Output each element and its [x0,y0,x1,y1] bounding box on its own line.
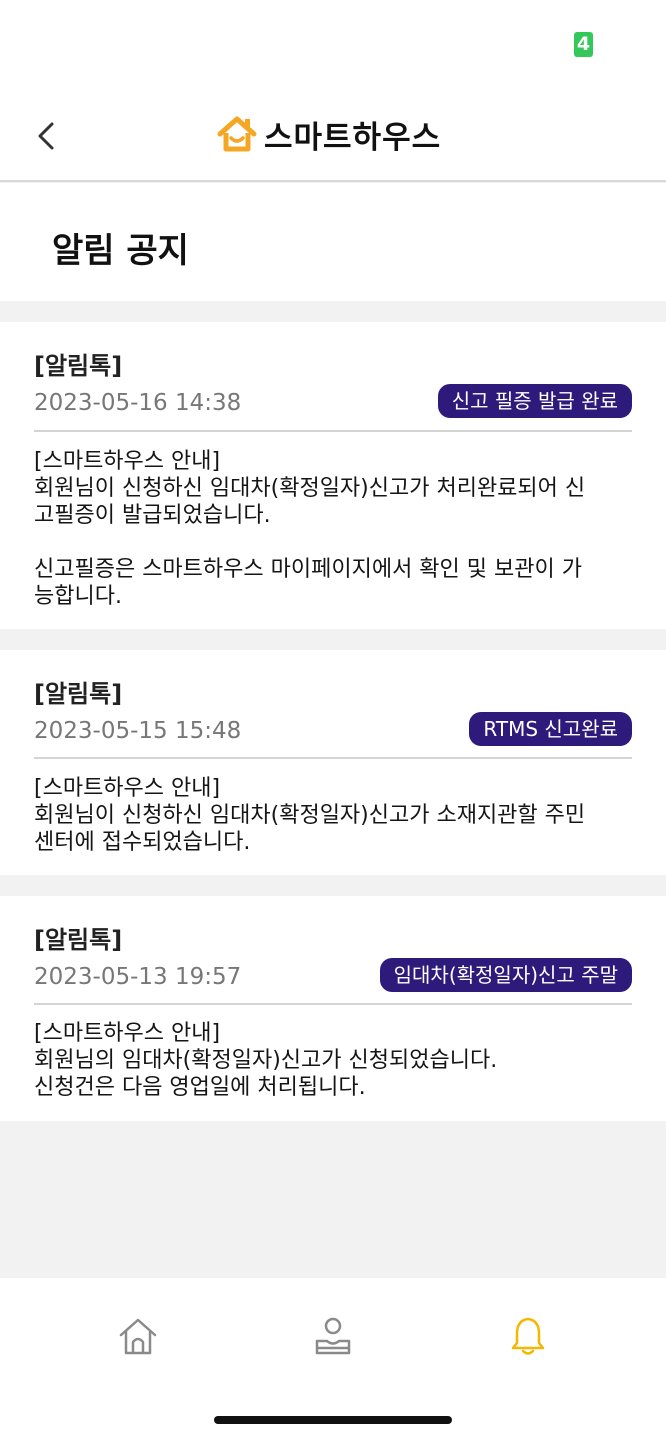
body-line: 신고필증은 스마트하우스 마이페이지에서 확인 및 보관이 가 [34,557,582,582]
nav-home[interactable] [108,1306,168,1366]
notification-body: [스마트하우스 안내] 회원님의 임대차(확정일자)신고가 신청되었습니다. 신… [34,1020,634,1101]
status-badge: RTMS 신고완료 [469,712,632,746]
body-line: 회원님의 임대차(확정일자)신고가 신청되었습니다. [34,1048,498,1073]
divider [34,757,632,759]
chevron-left-icon [38,122,54,150]
user-icon [315,1317,351,1355]
body-line: 회원님이 신청하신 임대차(확정일자)신고가 처리완료되어 신 [34,476,586,501]
bottom-nav [0,1278,666,1440]
notification-date: 2023-05-16 14:38 [34,390,242,416]
notification-body: [스마트하우스 안내] 회원님이 신청하신 임대차(확정일자)신고가 소재지관할… [34,775,634,856]
bell-icon [511,1317,545,1355]
screen: 4 스마트하우스 알림 공지 [알림톡] 2023-05-16 14:38 신고… [0,0,666,1440]
status-badge: 신고 필증 발급 완료 [437,384,632,418]
status-badge: 임대차(확정일자)신고 주말 [379,958,632,992]
app-header: 스마트하우스 [0,88,666,182]
app-logo[interactable]: 스마트하우스 [216,112,441,156]
divider [34,1003,632,1005]
notification-card[interactable]: [알림톡] 2023-05-15 15:48 RTMS 신고완료 [스마트하우스… [0,650,666,875]
notification-date: 2023-05-13 19:57 [34,964,242,990]
body-line: 고필증이 발급되었습니다. [34,503,271,528]
status-bar: 4 [0,0,666,88]
body-line: 회원님이 신청하신 임대차(확정일자)신고가 소재지관할 주민 [34,803,586,828]
body-line: 신청건은 다음 영업일에 처리됩니다. [34,1075,366,1100]
house-icon [217,116,257,152]
body-line: 능합니다. [34,584,122,609]
battery-indicator: 4 [574,32,593,57]
home-icon [119,1318,157,1355]
notification-body: [스마트하우스 안내] 회원님이 신청하신 임대차(확정일자)신고가 처리완료되… [34,448,634,610]
notification-type: [알림톡] [34,680,123,708]
notification-type: [알림톡] [34,352,123,380]
body-line: 센터에 접수되었습니다. [34,830,251,855]
divider [34,430,632,432]
nav-notifications[interactable] [498,1306,558,1366]
back-button[interactable] [28,114,68,158]
title-section: 알림 공지 [0,183,666,301]
nav-mypage[interactable] [303,1306,363,1366]
page-title: 알림 공지 [52,231,189,271]
logo-text: 스마트하우스 [264,119,442,156]
home-indicator [214,1416,452,1424]
body-line: [스마트하우스 안내] [34,449,221,474]
body-line: [스마트하우스 안내] [34,1021,221,1046]
notification-date: 2023-05-15 15:48 [34,718,242,744]
body-line [34,529,634,556]
body-line: [스마트하우스 안내] [34,776,221,801]
notification-card[interactable]: [알림톡] 2023-05-16 14:38 신고 필증 발급 완료 [스마트하… [0,322,666,629]
notification-type: [알림톡] [34,926,123,954]
notification-card[interactable]: [알림톡] 2023-05-13 19:57 임대차(확정일자)신고 주말 [스… [0,896,666,1121]
